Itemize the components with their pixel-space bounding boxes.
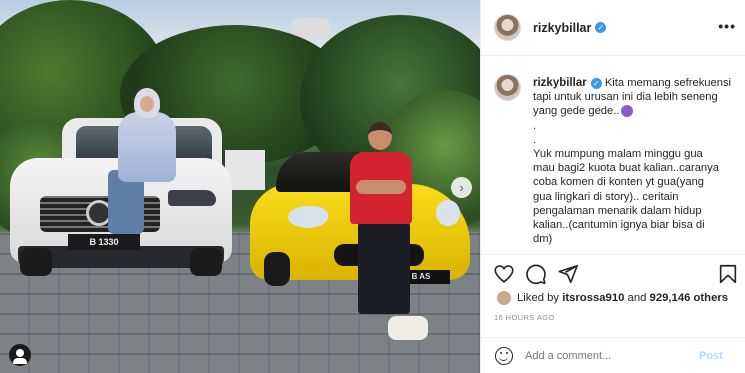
caption-text: rizkybillar ✓ Kita memang sefrekuensi tap…	[533, 76, 738, 246]
caption-username-link[interactable]: rizkybillar	[533, 77, 587, 89]
post-header: rizkybillar ✓ •••	[481, 0, 745, 56]
likes-summary: Liked by itsrossa910 and 929,146 others	[497, 291, 728, 305]
avatar[interactable]	[497, 291, 511, 305]
caption-line: yang gede gede..	[533, 104, 738, 118]
car-headlight	[288, 206, 328, 228]
comment-icon[interactable]	[525, 263, 547, 285]
action-icons	[493, 263, 739, 289]
post-timestamp[interactable]: 16 HOURS AGO	[494, 313, 555, 322]
caption-line: kalian..(cantumin ignya biar bisa di	[533, 219, 705, 232]
user-tag-icon	[13, 349, 27, 364]
smile-icon[interactable]	[495, 347, 513, 365]
car-wheel	[264, 252, 290, 286]
verified-badge-icon: ✓	[590, 77, 602, 89]
actions-section: Liked by itsrossa910 and 929,146 others …	[481, 254, 745, 366]
post-sidebar: rizkybillar ✓ ••• rizkybillar ✓ Kita mema…	[480, 0, 745, 373]
post-photo[interactable]: B 1330 B AS ›	[0, 0, 480, 373]
heart-icon[interactable]	[493, 263, 515, 285]
caption-line: pengalaman menarik dalam hidup	[533, 204, 702, 217]
user-tags-button[interactable]	[9, 344, 31, 366]
caption-line: Yuk mumpung malam minggu gua	[533, 148, 703, 161]
avatar[interactable]	[494, 14, 521, 41]
person-arms	[356, 180, 406, 194]
avatar[interactable]	[494, 74, 521, 101]
caption-section: rizkybillar ✓ Kita memang sefrekuensi tap…	[481, 56, 745, 254]
caption-line: .	[533, 119, 537, 132]
suv-license-plate: B 1330	[68, 234, 140, 250]
next-photo-button[interactable]: ›	[451, 177, 472, 198]
person-face	[140, 96, 154, 112]
share-icon[interactable]	[557, 263, 579, 285]
caption-line: .	[533, 133, 537, 146]
more-icon[interactable]: •••	[718, 18, 736, 34]
liked-by-and: and	[627, 292, 647, 304]
suv-wheel	[20, 248, 52, 276]
caption-line: coba komen di konten yt gua(yang	[533, 176, 705, 189]
person-woman	[118, 112, 176, 182]
username-link[interactable]: rizkybillar	[533, 21, 591, 35]
comment-input[interactable]	[525, 350, 695, 362]
caption-line: gua lingkari di story).. ceritain	[533, 190, 679, 203]
person-pants	[358, 222, 410, 314]
caption-line: tapi untuk urusan ini dia lebih seneng	[533, 91, 718, 104]
liked-by-user-link[interactable]: itsrossa910	[562, 292, 624, 304]
post-comment-button[interactable]: Post	[699, 350, 723, 362]
person-shoes	[388, 316, 428, 340]
suv-headlight	[168, 190, 216, 206]
liked-by-prefix: Liked by	[517, 292, 560, 304]
caption-line: Kita memang sefrekuensi	[604, 77, 732, 89]
caption-line: mau bagi2 kuota buat kalian..caranya	[533, 162, 719, 175]
suv-wheel	[190, 248, 222, 276]
likes-count-link[interactable]: 929,146 others	[650, 292, 729, 304]
comment-bar: Post	[481, 337, 745, 373]
emoji-icon	[621, 105, 634, 118]
chevron-right-icon: ›	[459, 180, 464, 195]
caption-line: dm)	[533, 233, 553, 246]
car-headlight	[436, 200, 460, 226]
bookmark-icon[interactable]	[717, 263, 739, 285]
verified-badge-icon: ✓	[595, 22, 607, 33]
person-head	[368, 122, 392, 150]
